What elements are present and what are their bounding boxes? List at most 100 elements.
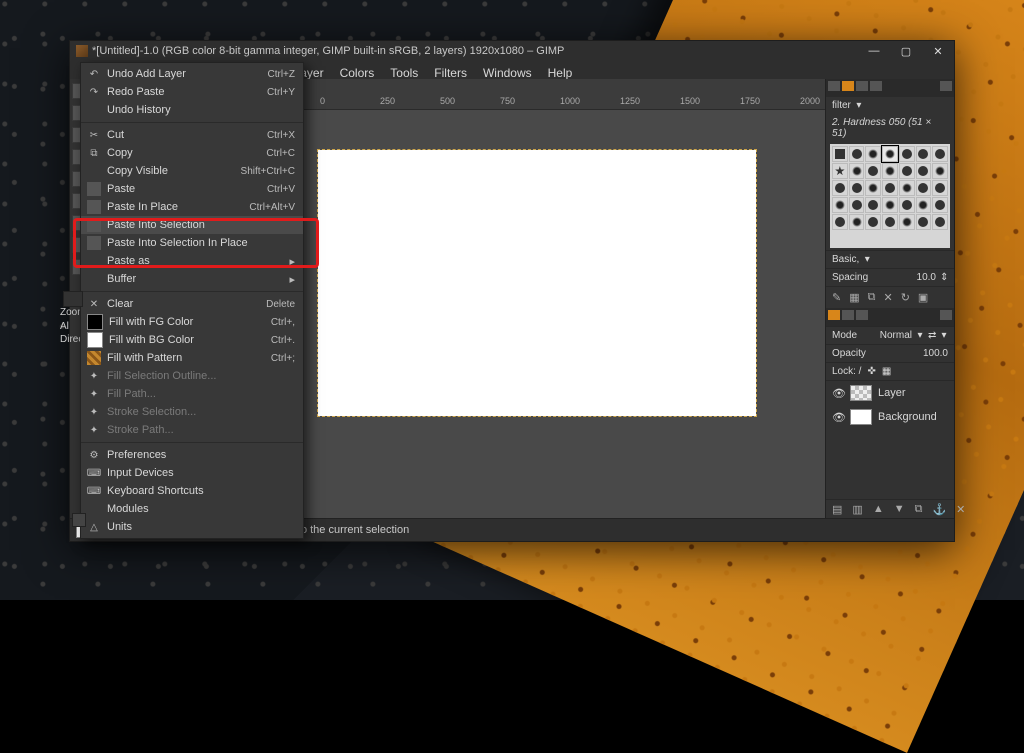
open-as-image-icon[interactable]: ▣ (918, 291, 928, 304)
menu-input-devices[interactable]: ⌨Input Devices (81, 464, 303, 482)
menu-paste-into-selection[interactable]: Paste Into Selection (81, 216, 303, 234)
menu-buffer[interactable]: Buffer▸ (81, 270, 303, 288)
duplicate-layer-icon[interactable]: ⧉ (915, 503, 923, 516)
refresh-brushes-icon[interactable]: ↻ (901, 291, 910, 304)
chevron-down-icon: ▾ (855, 100, 863, 111)
lock-label: Lock: / (832, 366, 861, 377)
dock-tab-icon[interactable] (828, 81, 840, 91)
brush-preset-selector[interactable]: Basic, ▾ (826, 250, 954, 268)
paste-into-selection-in-place-icon (87, 236, 101, 250)
stepper-icon[interactable]: ⇕ (940, 272, 948, 283)
menu-modules[interactable]: Modules (81, 500, 303, 518)
layers-tab-icon[interactable] (828, 310, 840, 320)
submenu-arrow-icon: ▸ (289, 273, 295, 286)
ruler-tick: 1250 (620, 96, 640, 106)
fg-swatch-icon (87, 314, 103, 330)
maximize-button[interactable]: ▢ (900, 45, 912, 57)
menu-redo[interactable]: ↷Redo PasteCtrl+Y (81, 83, 303, 101)
copy-visible-icon (87, 164, 101, 178)
menu-keyboard-shortcuts[interactable]: ⌨Keyboard Shortcuts (81, 482, 303, 500)
right-dock: filter ▾ 2. Hardness 050 (51 × 51) Basic… (825, 79, 954, 519)
new-brush-icon[interactable]: ▦ (849, 291, 859, 304)
menu-paste-in-place[interactable]: Paste In PlaceCtrl+Alt+V (81, 198, 303, 216)
pattern-swatch-icon (87, 351, 101, 365)
menu-units[interactable]: △Units (81, 518, 303, 536)
menu-label: Stroke Selection... (107, 406, 196, 418)
opacity-row[interactable]: Opacity 100.0 (826, 344, 954, 362)
title-bar: *[Untitled]-1.0 (RGB color 8-bit gamma i… (70, 41, 954, 61)
window-title: *[Untitled]-1.0 (RGB color 8-bit gamma i… (92, 45, 564, 57)
delete-brush-icon[interactable]: ✕ (883, 291, 892, 304)
menu-preferences[interactable]: ⚙Preferences (81, 446, 303, 464)
paths-tab-icon[interactable] (856, 310, 868, 320)
dock-tab-menu-icon[interactable] (940, 310, 952, 320)
menu-separator (81, 291, 303, 292)
spacing-row[interactable]: Spacing 10.0 ⇕ (826, 268, 954, 286)
menu-cut[interactable]: ✂CutCtrl+X (81, 126, 303, 144)
lock-alpha-icon[interactable]: ▦ (882, 366, 891, 377)
gimp-app-icon (76, 45, 88, 57)
brush-grid[interactable] (830, 144, 950, 248)
switch-icon[interactable]: ⇄ (928, 330, 936, 341)
dock-tab-icon[interactable] (842, 81, 854, 91)
canvas[interactable] (318, 150, 756, 416)
lock-row[interactable]: Lock: / ✜ ▦ (826, 362, 954, 380)
edit-brush-icon[interactable]: ✎ (832, 291, 841, 304)
menu-stroke-path: ✦Stroke Path... (81, 421, 303, 439)
raise-layer-icon[interactable]: ▲ (873, 503, 884, 516)
ruler-tick: 0 (320, 96, 325, 106)
blank-icon: ✦ (87, 405, 101, 419)
new-layer-icon[interactable]: ▤ (832, 503, 842, 516)
layer-mode-row[interactable]: Mode Normal ▾ ⇄ ▾ (826, 326, 954, 344)
spacing-value: 10.0 (917, 272, 936, 283)
menu-undo-history[interactable]: Undo History (81, 101, 303, 119)
layer-row[interactable]: 👁 Layer (826, 381, 954, 405)
menu-shortcut: Ctrl+X (267, 130, 295, 141)
layers-list: 👁 Layer 👁 Background (826, 380, 954, 499)
menu-separator (81, 122, 303, 123)
menu-copy[interactable]: ⧉CopyCtrl+C (81, 144, 303, 162)
filter-label: filter (832, 100, 851, 111)
menu-clear[interactable]: ✕ClearDelete (81, 295, 303, 313)
menu-label: Copy (107, 147, 133, 159)
lower-layer-icon[interactable]: ▼ (894, 503, 905, 516)
menu-label: Modules (107, 503, 149, 515)
paste-icon (87, 182, 101, 196)
opacity-label: Opacity (832, 348, 866, 359)
dock-tab-menu-icon[interactable] (940, 81, 952, 91)
anchor-layer-icon[interactable]: ⚓ (932, 503, 946, 516)
dock-tab-icon[interactable] (856, 81, 868, 91)
layer-row[interactable]: 👁 Background (826, 405, 954, 429)
redo-icon: ↷ (87, 85, 101, 99)
menu-fill-pattern[interactable]: Fill with PatternCtrl+; (81, 349, 303, 367)
menu-paste-as[interactable]: Paste as▸ (81, 252, 303, 270)
visibility-toggle-icon[interactable]: 👁 (832, 411, 844, 424)
ruler-tick: 500 (440, 96, 455, 106)
close-button[interactable]: ✕ (932, 45, 944, 57)
delete-layer-icon[interactable]: ✕ (956, 503, 965, 516)
menu-undo[interactable]: ↶Undo Add LayerCtrl+Z (81, 65, 303, 83)
lock-pixels-icon[interactable]: ✜ (867, 366, 875, 377)
layer-group-icon[interactable]: ▥ (852, 503, 862, 516)
menu-copy-visible[interactable]: Copy VisibleShift+Ctrl+C (81, 162, 303, 180)
menu-paste-into-selection-in-place[interactable]: Paste Into Selection In Place (81, 234, 303, 252)
layer-name: Background (878, 411, 937, 423)
channels-tab-icon[interactable] (842, 310, 854, 320)
menu-shortcut: Ctrl+; (271, 353, 295, 364)
menu-shortcut: Ctrl+, (271, 317, 295, 328)
history-icon (87, 103, 101, 117)
menu-fill-fg[interactable]: Fill with FG ColorCtrl+, (81, 313, 303, 331)
ruler-tick: 1750 (740, 96, 760, 106)
menu-label: Paste as (107, 255, 150, 267)
menu-paste[interactable]: PasteCtrl+V (81, 180, 303, 198)
duplicate-brush-icon[interactable]: ⧉ (868, 291, 876, 304)
cut-icon: ✂ (87, 128, 101, 142)
minimize-button[interactable]: — (868, 45, 880, 57)
menu-fill-selection-outline: ✦Fill Selection Outline... (81, 367, 303, 385)
brush-filter[interactable]: filter ▾ (826, 97, 954, 114)
menu-fill-bg[interactable]: Fill with BG ColorCtrl+. (81, 331, 303, 349)
dock-tab-icon[interactable] (870, 81, 882, 91)
menu-separator (81, 442, 303, 443)
visibility-toggle-icon[interactable]: 👁 (832, 387, 844, 400)
menu-shortcut: Ctrl+Z (268, 69, 296, 80)
